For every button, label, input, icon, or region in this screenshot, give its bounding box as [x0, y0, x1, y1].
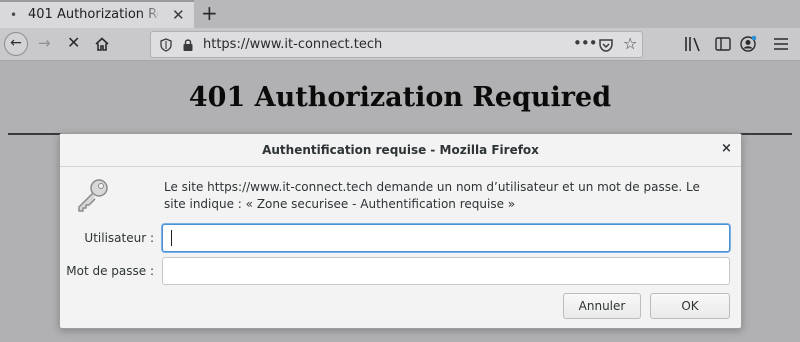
lock-icon[interactable]: [182, 38, 194, 52]
shield-icon[interactable]: [160, 38, 172, 52]
password-field[interactable]: [162, 257, 730, 285]
text-caret: [171, 230, 172, 246]
url-text[interactable]: https://www.it-connect.tech: [203, 37, 382, 52]
navigation-bar: ← → ✕ https://www.it-connect.tech ••• ☆: [0, 28, 800, 61]
hamburger-menu-icon[interactable]: [773, 37, 789, 51]
tab-title-fade: [140, 4, 164, 26]
home-icon[interactable]: [94, 36, 110, 52]
key-icon: [78, 179, 108, 212]
loading-dot-icon: •: [10, 8, 18, 22]
url-bar[interactable]: https://www.it-connect.tech ••• ☆: [150, 31, 643, 58]
account-icon[interactable]: [740, 35, 757, 52]
arrow-left-icon: ←: [10, 35, 22, 51]
stop-loading-button[interactable]: ✕: [67, 33, 80, 52]
tab-active[interactable]: • 401 Authorization Required ✕: [0, 0, 194, 28]
bookmark-star-icon[interactable]: ☆: [623, 34, 637, 53]
page-heading: 401 Authorization Required: [188, 82, 612, 113]
tab-strip: • 401 Authorization Required ✕ +: [0, 0, 800, 28]
cancel-button[interactable]: Annuler: [563, 293, 641, 319]
forward-button[interactable]: →: [38, 34, 51, 52]
tab-close-icon[interactable]: ✕: [172, 6, 185, 24]
tab-title: 401 Authorization Required: [28, 7, 158, 22]
ok-button[interactable]: OK: [650, 293, 730, 319]
new-tab-button[interactable]: +: [201, 1, 218, 25]
dialog-titlebar: Authentification requise - Mozilla Firef…: [60, 134, 741, 167]
back-button[interactable]: ←: [4, 32, 28, 56]
pocket-icon[interactable]: [598, 37, 614, 53]
dialog-close-icon[interactable]: ×: [721, 141, 732, 156]
library-icon[interactable]: [684, 36, 702, 52]
password-label: Mot de passe :: [66, 264, 154, 278]
username-field[interactable]: [162, 224, 730, 252]
dialog-title: Authentification requise - Mozilla Firef…: [262, 143, 539, 157]
dialog-message: Le site https://www.it-connect.tech dema…: [164, 180, 700, 211]
sidebar-icon[interactable]: [715, 36, 731, 52]
username-label: Utilisateur :: [84, 231, 154, 245]
more-actions-icon[interactable]: •••: [573, 34, 598, 52]
auth-dialog: Authentification requise - Mozilla Firef…: [59, 133, 742, 329]
